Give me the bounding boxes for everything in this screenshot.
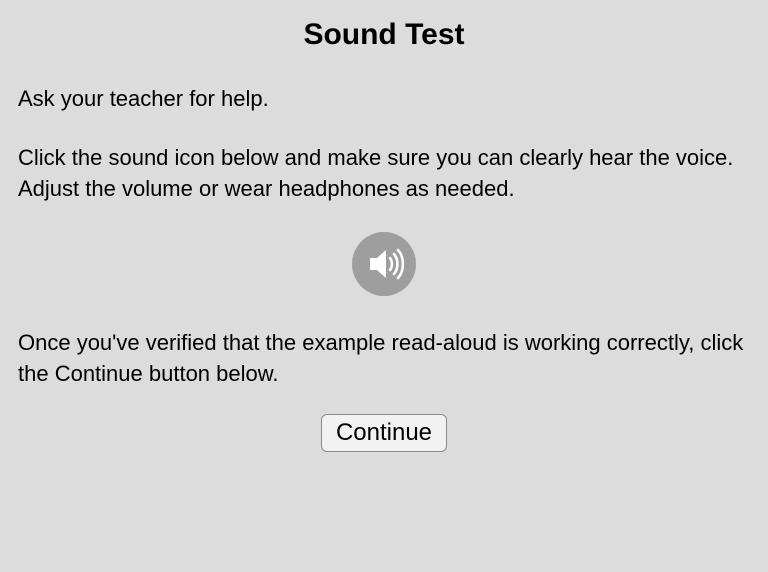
play-sound-button[interactable] [352, 232, 416, 296]
sound-test-panel: Sound Test Ask your teacher for help. Cl… [0, 0, 768, 572]
instruction-continue: Once you've verified that the example re… [18, 328, 750, 390]
instruction-click-sound: Click the sound icon below and make sure… [18, 143, 750, 205]
speaker-icon [360, 240, 408, 288]
sound-icon-container [18, 232, 750, 296]
continue-button[interactable]: Continue [321, 414, 447, 452]
button-row: Continue [18, 414, 750, 452]
page-title: Sound Test [18, 18, 750, 52]
instruction-ask-teacher: Ask your teacher for help. [18, 84, 750, 115]
